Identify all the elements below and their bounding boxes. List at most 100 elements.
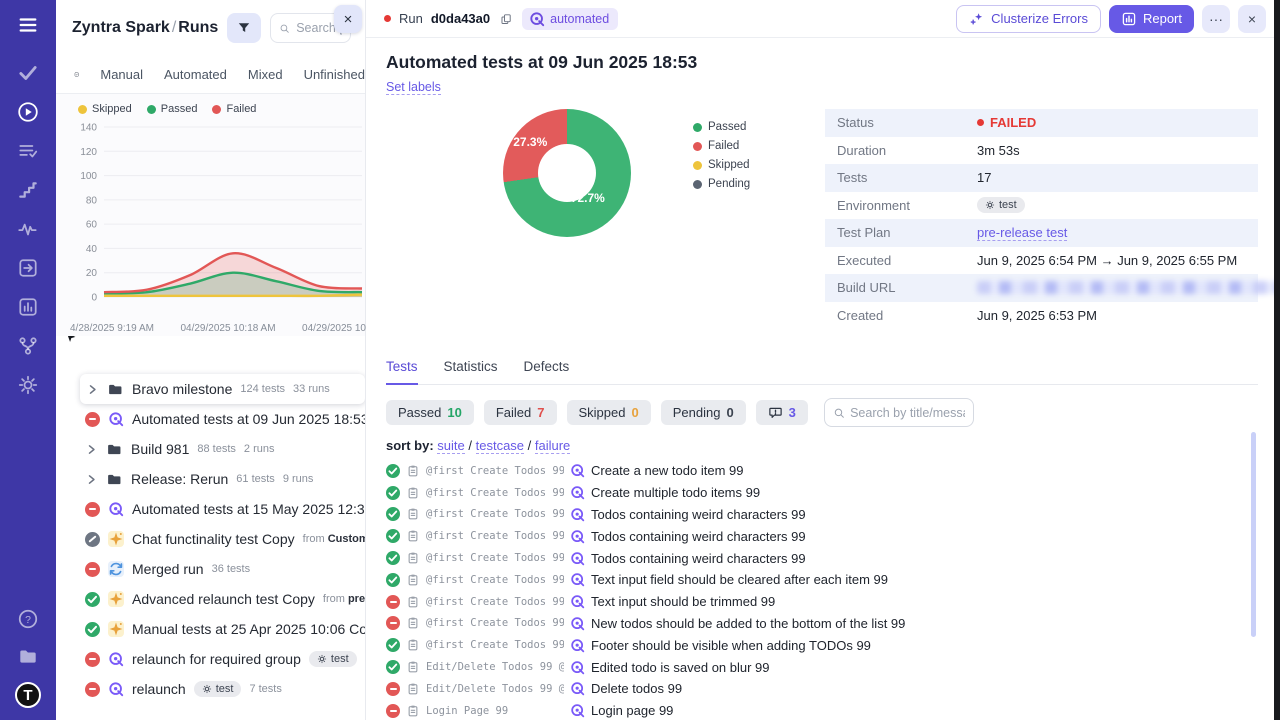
test-suite[interactable]: @first Create Todos 99...	[426, 487, 564, 499]
sidebar-item-stairs[interactable]	[17, 179, 39, 201]
panel-close-button[interactable]: ×	[334, 5, 362, 33]
project-name[interactable]: Zyntra Spark	[72, 19, 170, 36]
test-suite[interactable]: Login Page 99	[426, 705, 564, 717]
run-row[interactable]: Automated tests at 09 Jun 2025 18:53from…	[56, 404, 365, 434]
tests-scrollbar[interactable]	[1251, 432, 1256, 637]
test-plan-link[interactable]: pre-release test	[977, 225, 1067, 241]
info-row-created: CreatedJun 9, 2025 6:53 PM	[825, 302, 1258, 330]
test-suite[interactable]: @first Create Todos 99...	[426, 596, 564, 608]
expand-chevron-icon[interactable]	[86, 383, 99, 396]
sparkles-icon	[969, 11, 985, 27]
tests-search-input[interactable]	[850, 406, 965, 420]
test-title[interactable]: Delete todos 99	[591, 681, 682, 696]
run-row[interactable]: Advanced relaunch test Copyfrom pre-rele…	[56, 584, 365, 614]
report-icon	[1121, 11, 1137, 27]
expand-chevron-icon[interactable]	[85, 473, 98, 486]
test-row[interactable]: @first Create Todos 99... Footer should b…	[386, 634, 1258, 656]
filter-chip-failed[interactable]: Failed7	[484, 400, 557, 425]
run-folder-row[interactable]: Release: Rerun61 tests9 runs	[56, 464, 365, 494]
test-title[interactable]: Text input should be trimmed 99	[591, 594, 775, 609]
test-title[interactable]: Create a new todo item 99	[591, 463, 743, 478]
report-button[interactable]: Report	[1109, 5, 1194, 33]
test-row[interactable]: @first Create Todos 99... Text input fiel…	[386, 569, 1258, 591]
test-title[interactable]: Edited todo is saved on blur 99	[591, 660, 770, 675]
sidebar-item-git-branch[interactable]	[17, 335, 39, 357]
run-status-passed-icon	[85, 622, 100, 637]
test-title[interactable]: Text input field should be cleared after…	[591, 572, 888, 587]
test-row[interactable]: @first Create Todos 99... Todos containin…	[386, 504, 1258, 526]
test-title[interactable]: New todos should be added to the bottom …	[591, 616, 905, 631]
filter-chip-passed[interactable]: Passed10	[386, 400, 474, 425]
run-row[interactable]: Chat functinality test Copyfrom Custom S…	[56, 524, 365, 554]
test-suite[interactable]: @first Create Todos 99...	[426, 508, 564, 520]
brand-logo[interactable]: T	[15, 682, 41, 708]
run-folder-row[interactable]: Bravo milestone124 tests33 runs	[80, 374, 365, 404]
test-suite[interactable]: Edit/Delete Todos 99 @...	[426, 661, 564, 673]
run-row[interactable]: Merged run36 tests	[56, 554, 365, 584]
tab-defects[interactable]: Defects	[524, 359, 570, 384]
sort-link-suite[interactable]: suite	[437, 438, 464, 454]
test-title[interactable]: Login page 99	[591, 703, 673, 718]
automated-badge[interactable]: automated	[522, 8, 618, 30]
sidebar-item-help[interactable]: ?	[17, 608, 39, 630]
test-suite[interactable]: Edit/Delete Todos 99 @...	[426, 683, 564, 695]
test-title[interactable]: Todos containing weird characters 99	[591, 507, 806, 522]
sort-link-testcase[interactable]: testcase	[476, 438, 524, 454]
runs-filter-type-icon[interactable]	[74, 66, 79, 83]
run-row[interactable]: Manual tests at 25 Apr 2025 10:06 Copyfr…	[56, 614, 365, 644]
sidebar-item-pulse[interactable]	[17, 218, 39, 240]
expand-chevron-icon[interactable]	[85, 443, 98, 456]
sidebar-item-gear[interactable]	[17, 374, 39, 396]
run-folder-row[interactable]: Build 98188 tests2 runs	[56, 434, 365, 464]
filter-chip-pending[interactable]: Pending0	[661, 400, 746, 425]
close-run-button[interactable]: ×	[1238, 5, 1266, 33]
test-row[interactable]: Edit/Delete Todos 99 @... Edited todo is …	[386, 656, 1258, 678]
test-title[interactable]: Footer should be visible when adding TOD…	[591, 638, 871, 653]
menu-icon[interactable]	[17, 14, 39, 36]
test-suite[interactable]: @first Create Todos 99...	[426, 465, 564, 477]
runs-tab-manual[interactable]: Manual	[100, 67, 143, 82]
tab-tests[interactable]: Tests	[386, 359, 418, 385]
sidebar-item-exit[interactable]	[17, 257, 39, 279]
test-row[interactable]: @first Create Todos 99... Text input shou…	[386, 591, 1258, 613]
test-row[interactable]: @first Create Todos 99... Create a new to…	[386, 460, 1258, 482]
test-suite[interactable]: @first Create Todos 99...	[426, 639, 564, 651]
test-row[interactable]: Login Page 99 Login page 99	[386, 700, 1258, 720]
filter-chip-skipped[interactable]: Skipped0	[567, 400, 651, 425]
info-row-duration: Duration3m 53s	[825, 137, 1258, 165]
tests-search[interactable]	[824, 398, 974, 427]
sidebar-item-check[interactable]	[17, 62, 39, 84]
set-labels-link[interactable]: Set labels	[386, 80, 441, 95]
test-suite[interactable]: @first Create Todos 99...	[426, 574, 564, 586]
test-suite[interactable]: @first Create Todos 99...	[426, 617, 564, 629]
test-title[interactable]: Todos containing weird characters 99	[591, 551, 806, 566]
filter-button[interactable]	[227, 13, 261, 43]
runs-tab-mixed[interactable]: Mixed	[248, 67, 283, 82]
sort-link-failure[interactable]: failure	[535, 438, 570, 454]
test-suite[interactable]: @first Create Todos 99...	[426, 552, 564, 564]
clusterize-errors-button[interactable]: Clusterize Errors	[956, 5, 1101, 33]
test-row[interactable]: @first Create Todos 99... Todos containin…	[386, 525, 1258, 547]
test-row[interactable]: @first Create Todos 99... Todos containin…	[386, 547, 1258, 569]
runs-tab-automated[interactable]: Automated	[164, 67, 227, 82]
sidebar-item-folders[interactable]	[17, 645, 39, 667]
test-row[interactable]: @first Create Todos 99... Create multiple…	[386, 482, 1258, 504]
test-suite[interactable]: @first Create Todos 99...	[426, 530, 564, 542]
comments-filter-chip[interactable]: 3	[756, 400, 808, 425]
test-title[interactable]: Todos containing weird characters 99	[591, 529, 806, 544]
run-row[interactable]: Automated tests at 15 May 2025 12:32from…	[56, 494, 365, 524]
sidebar-item-play-circle[interactable]	[17, 101, 39, 123]
copy-icon[interactable]	[498, 11, 514, 27]
test-row[interactable]: Edit/Delete Todos 99 @... Delete todos 99	[386, 678, 1258, 700]
info-value[interactable]: pre-release test	[977, 225, 1067, 241]
run-row[interactable]: relaunchtest7 tests	[56, 674, 365, 704]
test-title[interactable]: Create multiple todo items 99	[591, 485, 760, 500]
test-row[interactable]: @first Create Todos 99... New todos shoul…	[386, 613, 1258, 635]
sidebar-item-bar-chart[interactable]	[17, 296, 39, 318]
tab-statistics[interactable]: Statistics	[444, 359, 498, 384]
more-button[interactable]: ···	[1202, 5, 1230, 33]
run-row[interactable]: relaunch for required grouptest2 tests	[56, 644, 365, 674]
sidebar-item-list-check[interactable]	[17, 140, 39, 162]
menu-icon[interactable]	[17, 14, 39, 36]
runs-tab-unfinished[interactable]: Unfinished	[304, 67, 365, 82]
